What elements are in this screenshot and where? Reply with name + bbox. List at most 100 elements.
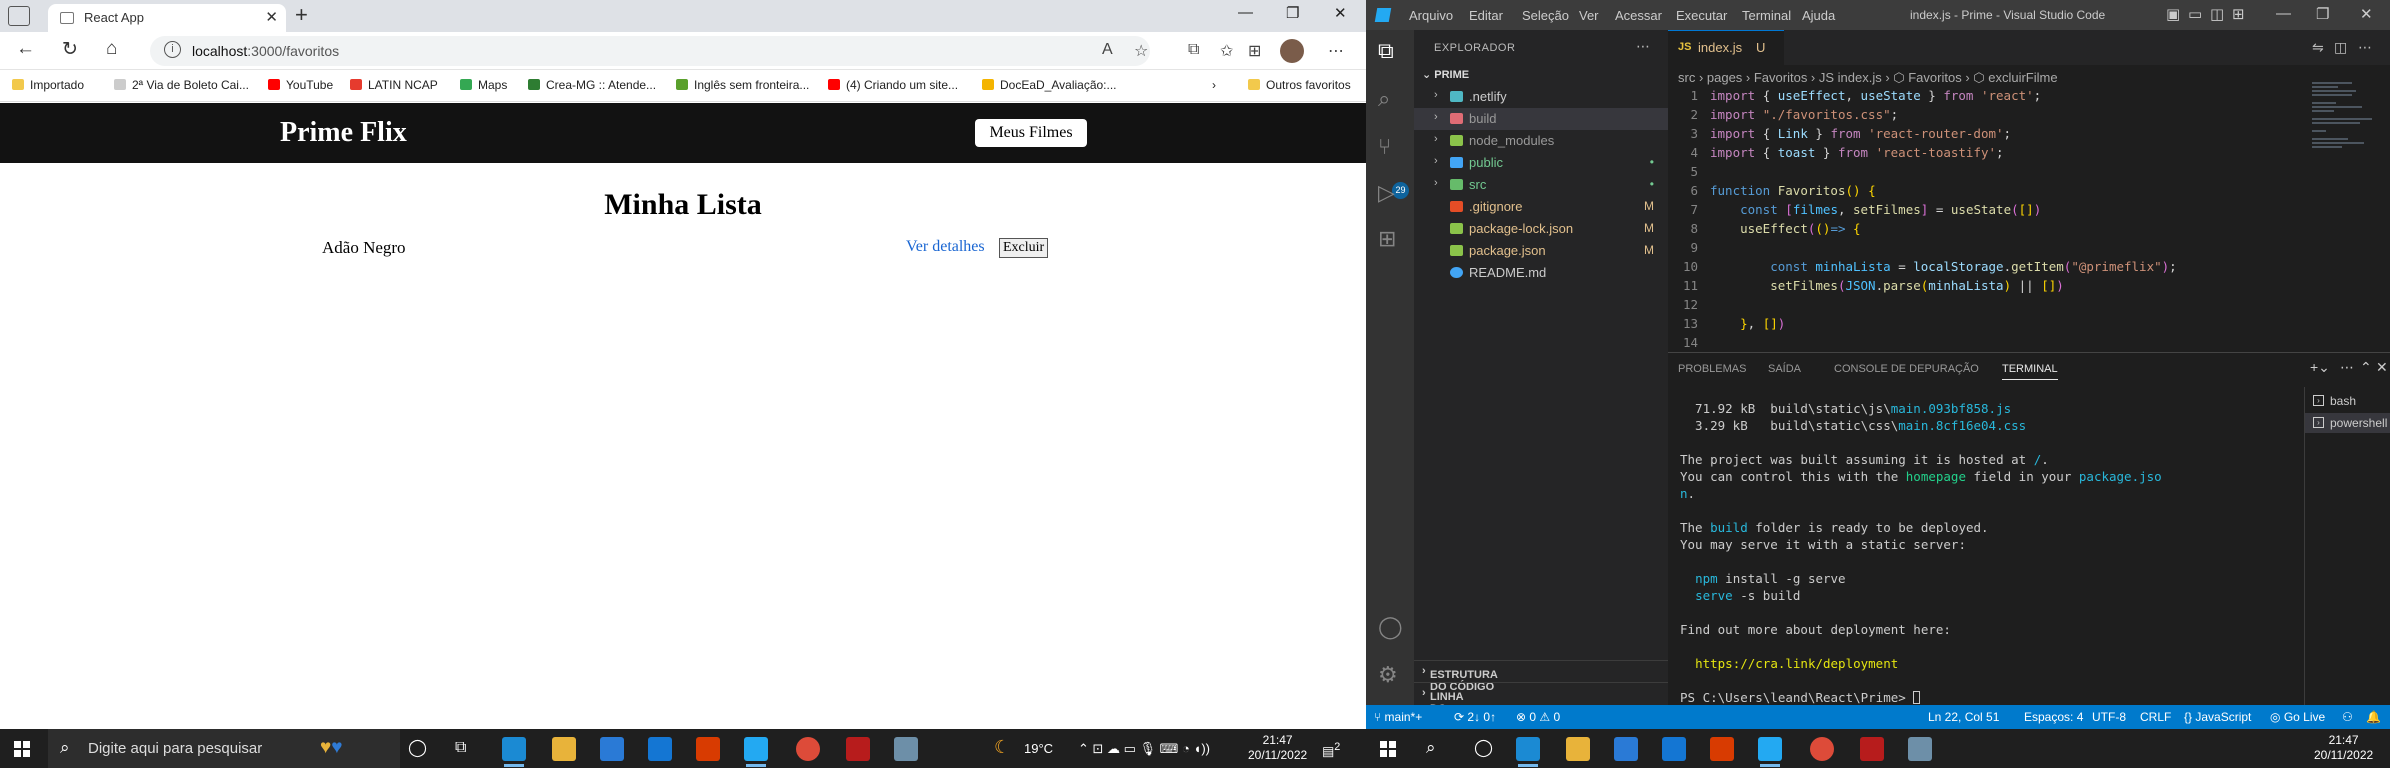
more-actions-icon[interactable]: ⋯ [1636, 38, 1650, 55]
edge-taskbar-icon[interactable] [1516, 737, 1540, 767]
menu-selecao[interactable]: Seleção [1522, 8, 1569, 23]
customize-layout-icon[interactable]: ⊞ [2232, 5, 2245, 23]
weather-icon[interactable]: ☾ [994, 737, 1010, 758]
bookmark-item[interactable]: LATIN NCAP [350, 78, 438, 92]
mail-icon[interactable] [1662, 737, 1686, 761]
account-icon[interactable]: ◯ [1378, 614, 1403, 640]
address-bar[interactable]: i localhost:3000/favoritos [150, 36, 1150, 66]
split-editor-icon[interactable]: ◫ [2334, 39, 2347, 56]
code-editor[interactable]: JS index.js U ⇋ ◫ ⋯ src › pages › Favori… [1668, 30, 2390, 352]
tab-problemas[interactable]: PROBLEMAS [1678, 363, 1746, 375]
profile-avatar[interactable] [1280, 39, 1304, 63]
tab-react-app[interactable]: React App ✕ [48, 4, 286, 32]
minimize-icon[interactable]: — [2276, 5, 2291, 22]
more-options-icon[interactable]: ⋯ [1328, 41, 1344, 61]
notification-center-icon[interactable]: ▤2 [1322, 741, 1340, 759]
home-icon[interactable]: ⌂ [106, 38, 117, 60]
cortana-icon[interactable]: ◯ [1474, 738, 1493, 758]
terminal-output[interactable]: 71.92 kB build\static\js\main.093bf858.j… [1680, 401, 2300, 707]
edge-taskbar-icon[interactable] [502, 737, 526, 767]
extensions-icon[interactable]: ⧉ [1188, 41, 1199, 59]
tree-folder-netlify[interactable]: › .netlify [1414, 86, 1668, 108]
mail-icon[interactable] [648, 737, 672, 761]
encoding[interactable]: UTF-8 [2092, 710, 2126, 724]
menu-ajuda[interactable]: Ajuda [1802, 8, 1835, 23]
clock[interactable]: 21:47 20/11/2022 [1248, 733, 1307, 763]
office-icon[interactable] [696, 737, 720, 761]
language-mode[interactable]: {} JavaScript [2184, 710, 2251, 724]
extensions-icon[interactable]: ⊞ [1378, 226, 1396, 252]
branch-status[interactable]: ⑂ main*+ [1374, 710, 1422, 724]
problems-status[interactable]: ⊗ 0 ⚠ 0 [1516, 710, 1560, 724]
collections-icon[interactable]: ⊞ [1248, 41, 1261, 61]
search-icon[interactable]: ⌕ [1378, 86, 1390, 112]
compare-icon[interactable]: ⇋ [2312, 39, 2324, 56]
taskbar-search[interactable]: ⌕ Digite aqui para pesquisar ♥♥ [48, 729, 400, 768]
menu-arquivo[interactable]: Arquivo [1409, 8, 1453, 23]
bookmark-item[interactable]: Crea-MG :: Atende... [528, 78, 656, 92]
app-icon[interactable] [846, 737, 870, 761]
layout-toggle-icon[interactable]: ▣ [2166, 5, 2180, 23]
bookmark-item[interactable]: (4) Criando um site... [828, 78, 958, 92]
terminal-bash[interactable]: › bash [2305, 391, 2390, 411]
account-status-icon[interactable]: ⚇ [2342, 710, 2353, 724]
menu-terminal[interactable]: Terminal [1742, 8, 1791, 23]
close-tab-icon[interactable]: ✕ [265, 8, 278, 26]
windows-start-icon[interactable] [1380, 741, 1396, 757]
go-live-button[interactable]: ◎ Go Live [2270, 710, 2325, 724]
file-explorer-icon[interactable] [1566, 737, 1590, 761]
breadcrumb[interactable]: src › pages › Favoritos › JS index.js › … [1678, 70, 2058, 86]
store-icon[interactable] [600, 737, 624, 761]
vscode-taskbar-icon[interactable] [744, 737, 768, 767]
outline-section[interactable]: › ESTRUTURA DO CÓDIGO [1414, 660, 1668, 693]
reload-icon[interactable]: ↻ [62, 38, 78, 61]
tree-folder-public[interactable]: › public • [1414, 152, 1668, 174]
restore-icon[interactable]: ❐ [1286, 4, 1299, 22]
app-logo[interactable]: Prime Flix [280, 117, 407, 149]
task-view-icon[interactable]: ⧉ [455, 739, 466, 757]
menu-editar[interactable]: Editar [1469, 8, 1503, 23]
vscode-taskbar-icon[interactable] [1758, 737, 1782, 767]
close-window-icon[interactable]: ✕ [1334, 4, 1347, 22]
favorites-icon[interactable]: ✩ [1220, 41, 1233, 61]
restore-icon[interactable]: ❐ [2316, 5, 2329, 23]
tree-folder-build[interactable]: › build [1414, 108, 1668, 130]
favorite-star-icon[interactable]: ☆ [1134, 41, 1148, 61]
file-explorer-icon[interactable] [552, 737, 576, 761]
office-icon[interactable] [1710, 737, 1734, 761]
tab-saida[interactable]: SAÍDA [1768, 363, 1801, 375]
bookmark-item[interactable]: Outros favoritos [1248, 78, 1351, 92]
menu-executar[interactable]: Executar [1676, 8, 1727, 23]
maximize-panel-icon[interactable]: ⌃ [2360, 359, 2372, 376]
weather-temp[interactable]: 19°C [1024, 741, 1053, 756]
minimap[interactable] [2312, 80, 2380, 160]
tab-actions-icon[interactable] [8, 6, 30, 26]
more-bookmarks-icon[interactable]: › [1212, 78, 1216, 92]
cursor-position[interactable]: Ln 22, Col 51 [1928, 710, 1999, 724]
new-tab-icon[interactable]: + [295, 2, 308, 28]
tree-file-gitignore[interactable]: .gitignore M [1414, 196, 1668, 218]
terminal-powershell[interactable]: › powershell [2305, 413, 2390, 433]
excluir-button[interactable]: Excluir [999, 238, 1049, 258]
chrome-icon[interactable] [1810, 737, 1834, 761]
close-panel-icon[interactable]: ✕ [2376, 359, 2388, 376]
bookmark-item[interactable]: DocEaD_Avaliação:... [982, 78, 1117, 92]
sidebar-toggle-icon[interactable]: ◫ [2210, 5, 2224, 23]
tree-file-readme[interactable]: README.md [1414, 262, 1668, 284]
meus-filmes-button[interactable]: Meus Filmes [975, 119, 1087, 147]
app-icon[interactable] [894, 737, 918, 761]
cortana-icon[interactable]: ◯ [408, 738, 427, 758]
read-aloud-icon[interactable]: A [1102, 41, 1113, 59]
chrome-icon[interactable] [796, 737, 820, 761]
indentation[interactable]: Espaços: 4 [2024, 710, 2083, 724]
site-info-icon[interactable]: i [164, 41, 181, 58]
sync-status[interactable]: ⟳ 2↓ 0↑ [1454, 710, 1496, 724]
bookmark-item[interactable]: Maps [460, 78, 507, 92]
more-actions-icon[interactable]: ⋯ [2358, 39, 2372, 56]
tree-file-package-lock[interactable]: package-lock.json M [1414, 218, 1668, 240]
app-icon[interactable] [1908, 737, 1932, 761]
tray-icons[interactable]: ⌃ ⊡ ☁ ▭ 🎙 ⌨ ◔ ◖)) [1078, 741, 1210, 757]
panel-toggle-icon[interactable]: ▭ [2188, 5, 2202, 23]
settings-gear-icon[interactable]: ⚙ [1378, 662, 1398, 688]
clock[interactable]: 21:47 20/11/2022 [2314, 733, 2373, 763]
